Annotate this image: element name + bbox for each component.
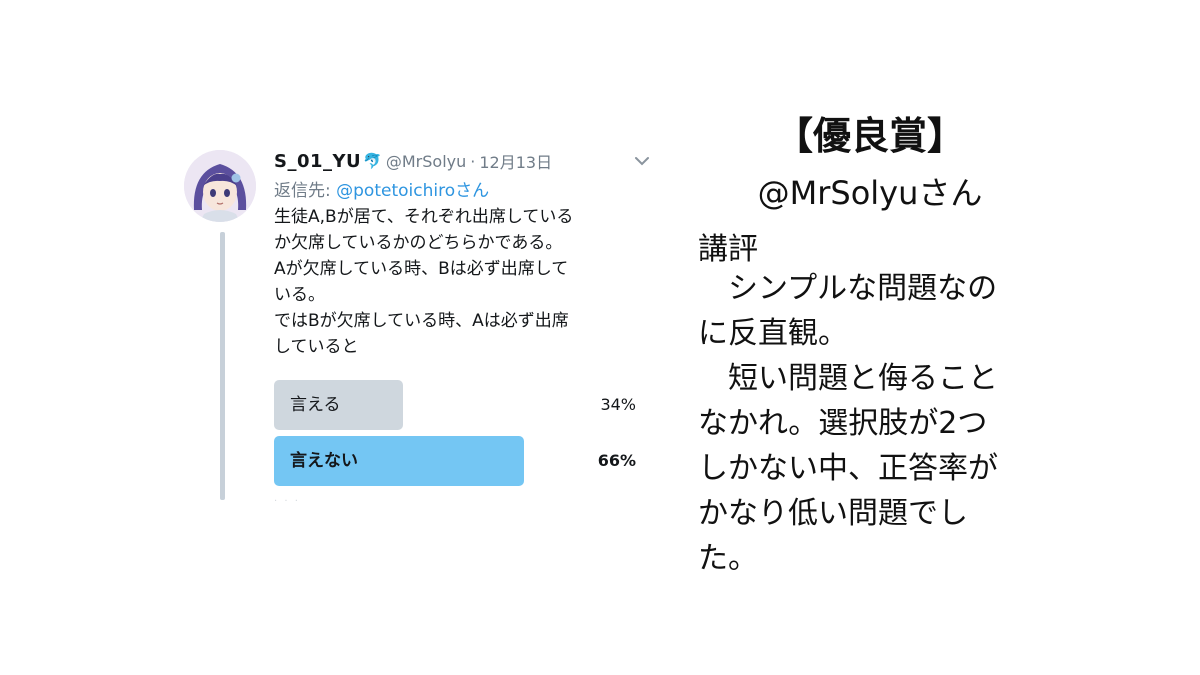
separator-dot: · (470, 151, 476, 171)
anime-avatar-icon (184, 150, 256, 222)
user-handle[interactable]: @MrSolyu (386, 152, 466, 171)
display-name[interactable]: S_01_YU (274, 151, 361, 172)
dolphin-icon: 🐬 (363, 152, 382, 170)
tweet-header: S_01_YU 🐬 @MrSolyu · 12月13日 (274, 148, 552, 174)
poll: 言える 34% 言えない 66% (274, 380, 636, 492)
reply-mention-link[interactable]: @potetoichiro (336, 181, 455, 201)
poll-option-label: 言えない (290, 451, 358, 471)
reply-suffix: さん (455, 181, 490, 201)
review-heading: 講評 (698, 232, 758, 267)
thread-line (220, 232, 225, 500)
faded-poll-meta: · · · (274, 496, 300, 507)
tweet-date[interactable]: 12月13日 (479, 149, 552, 173)
poll-option-winner[interactable]: 言えない 66% (274, 436, 636, 486)
tweet-text: 生徒A,Bが居て、それぞれ出席している か欠席しているかのどちらかである。 Aが… (274, 207, 574, 357)
poll-option-label: 言える (290, 395, 341, 415)
poll-option[interactable]: 言える 34% (274, 380, 636, 430)
chevron-down-icon[interactable] (633, 154, 651, 168)
winner-handle: @MrSolyuさん (757, 174, 983, 212)
tweet-card: S_01_YU 🐬 @MrSolyu · 12月13日 返信先: @poteto… (178, 140, 668, 520)
poll-option-percent: 34% (600, 395, 636, 414)
avatar[interactable] (184, 150, 256, 222)
poll-option-percent: 66% (597, 451, 636, 470)
award-title: 【優良賞】 (774, 114, 965, 158)
reply-prefix: 返信先: (274, 181, 337, 201)
review-text: シンプルな問題なの に反直観。 短い問題と侮ること なかれ。選択肢が2つ しかな… (698, 271, 998, 576)
reply-to: 返信先: @potetoichiroさん (274, 176, 489, 201)
